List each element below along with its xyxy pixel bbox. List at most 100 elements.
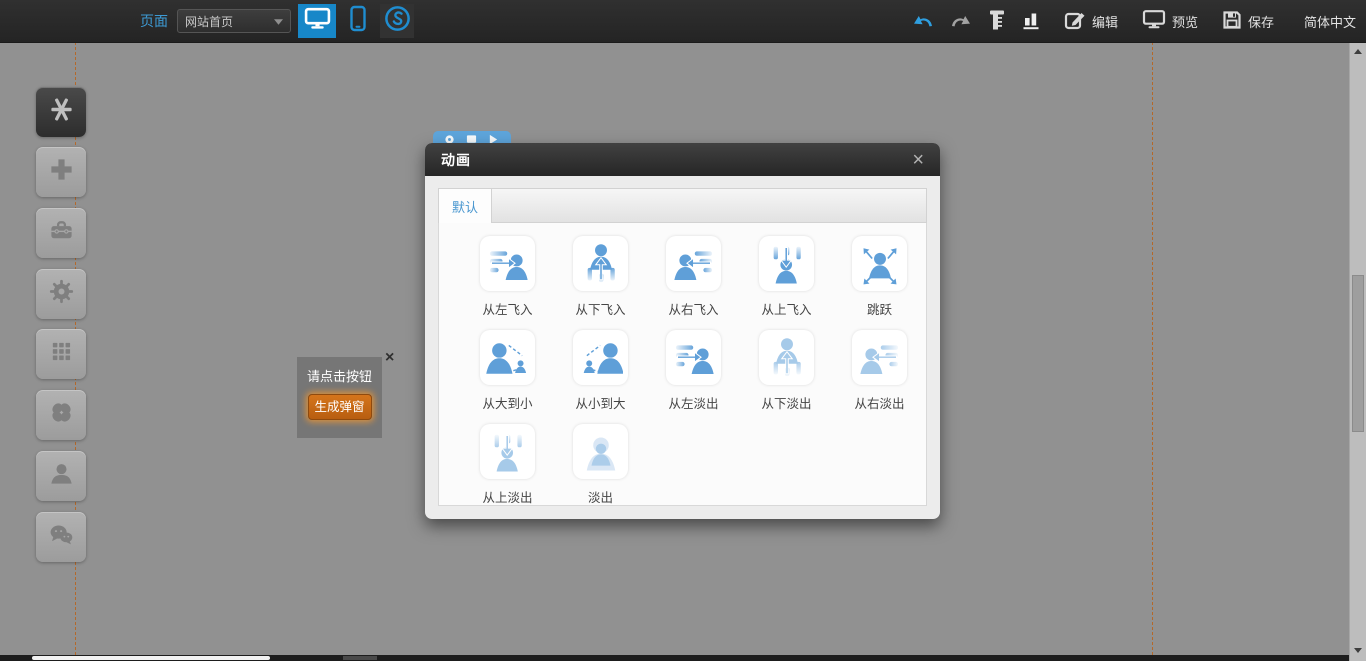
trigger-close-icon[interactable]: × (385, 350, 394, 366)
canvas-guide-right (1152, 42, 1153, 655)
redo-icon (950, 11, 972, 32)
user-icon (48, 460, 75, 492)
sidebar-item-components[interactable] (36, 87, 86, 137)
sidebar-item-user[interactable] (36, 451, 86, 501)
fly-right-icon (852, 330, 907, 385)
toolbar-right: 编辑 预览 保存 简体中文 (912, 0, 1356, 42)
animation-label: 从右淡出 (833, 393, 926, 412)
wechat-icon (48, 521, 75, 553)
link-icon (383, 4, 412, 38)
horizontal-scrollbar-segment (343, 656, 377, 660)
plus-icon (48, 156, 75, 188)
edit-button[interactable]: 编辑 (1064, 10, 1118, 33)
bar-chart-icon (1022, 9, 1040, 33)
animation-label: 淡出 (554, 487, 647, 506)
vertical-scrollbar[interactable] (1349, 42, 1366, 661)
horizontal-scrollbar[interactable] (0, 655, 1349, 661)
animation-label: 从小到大 (554, 393, 647, 412)
desktop-view-button[interactable] (298, 4, 336, 38)
modal-header[interactable]: 动画 × (425, 143, 940, 176)
modal-body: 默认 从左飞入从下飞入从右飞入从上飞入跳跃从大到小从小到大从左淡出从下淡出从右淡… (425, 176, 940, 519)
sidebar-item-settings[interactable] (36, 269, 86, 319)
redo-button[interactable] (950, 11, 972, 32)
grid-icon (48, 338, 75, 370)
sidebar-item-add[interactable] (36, 147, 86, 197)
fly-right-icon (666, 236, 721, 291)
fly-left-icon (480, 236, 535, 291)
undo-icon (912, 11, 934, 32)
scroll-up-arrow[interactable] (1350, 43, 1366, 59)
edit-label: 编辑 (1092, 12, 1118, 31)
animation-grid: 从左飞入从下飞入从右飞入从上飞入跳跃从大到小从小到大从左淡出从下淡出从右淡出从上… (438, 223, 927, 506)
fly-bottom-icon (759, 330, 814, 385)
animation-modal: 动画 × 默认 从左飞入从下飞入从右飞入从上飞入跳跃从大到小从小到大从左淡出从下… (425, 143, 940, 519)
animation-option[interactable]: 从小到大 (554, 330, 647, 412)
animation-option[interactable]: 从上淡出 (461, 424, 554, 506)
fly-bottom-icon (573, 236, 628, 291)
language-switcher[interactable]: 简体中文 (1304, 12, 1356, 31)
mobile-icon (350, 5, 366, 37)
appstore-icon (48, 96, 75, 128)
vertical-scrollbar-thumb[interactable] (1352, 275, 1364, 432)
jump-icon (852, 236, 907, 291)
chevron-down-icon (274, 14, 283, 28)
animation-option[interactable]: 从下飞入 (554, 236, 647, 318)
animation-option[interactable]: 跳跃 (833, 236, 926, 318)
animation-option[interactable]: 从左淡出 (647, 330, 740, 412)
stats-button[interactable] (1022, 9, 1040, 33)
animation-label: 从左飞入 (461, 299, 554, 318)
animation-option[interactable]: 从上飞入 (740, 236, 833, 318)
sidebar-item-apps[interactable] (36, 390, 86, 440)
animation-label: 从右飞入 (647, 299, 740, 318)
big-to-small-icon (480, 330, 535, 385)
sidebar-item-toolbox[interactable] (36, 208, 86, 258)
ruler-icon (988, 9, 1006, 34)
page-label: 页面 (140, 0, 168, 42)
animation-option[interactable]: 从大到小 (461, 330, 554, 412)
tab-0[interactable]: 默认 (439, 189, 492, 223)
animation-label: 从上飞入 (740, 299, 833, 318)
sidebar-item-wechat[interactable] (36, 512, 86, 562)
animation-label: 从下飞入 (554, 299, 647, 318)
mobile-view-button[interactable] (342, 4, 374, 38)
modal-tabbar: 默认 (438, 188, 927, 223)
small-to-big-icon (573, 330, 628, 385)
animation-option[interactable]: 从右飞入 (647, 236, 740, 318)
sidebar-item-modules[interactable] (36, 329, 86, 379)
edit-icon (1064, 10, 1086, 33)
save-floppy-icon (1222, 10, 1242, 33)
animation-label: 从上淡出 (461, 487, 554, 506)
preview-label: 预览 (1172, 12, 1198, 31)
toolbox-icon (48, 217, 75, 249)
modal-title: 动画 (441, 150, 471, 170)
animation-label: 从大到小 (461, 393, 554, 412)
fly-top-icon (480, 424, 535, 479)
ruler-button[interactable] (988, 9, 1006, 34)
fly-top-icon (759, 236, 814, 291)
animation-option[interactable]: 淡出 (554, 424, 647, 506)
animation-option[interactable]: 从下淡出 (740, 330, 833, 412)
animation-option[interactable]: 从左飞入 (461, 236, 554, 318)
horizontal-scrollbar-thumb[interactable] (32, 656, 270, 660)
modal-close-icon[interactable]: × (912, 150, 924, 170)
generate-popup-button[interactable]: 生成弹窗 (308, 394, 372, 420)
save-button[interactable]: 保存 (1222, 10, 1274, 33)
scroll-down-arrow[interactable] (1350, 642, 1366, 658)
editor-window: 页面 网站首页 编辑 预览 (0, 0, 1366, 661)
animation-label: 从左淡出 (647, 393, 740, 412)
gear-icon (48, 278, 75, 310)
popup-trigger-widget: 请点击按钮 生成弹窗 × (297, 357, 382, 438)
preview-monitor-icon (1142, 9, 1166, 33)
top-toolbar: 页面 网站首页 编辑 预览 (0, 0, 1366, 43)
trigger-text: 请点击按钮 (297, 357, 382, 385)
link-button[interactable] (380, 4, 414, 38)
undo-button[interactable] (912, 11, 934, 32)
page-dropdown[interactable]: 网站首页 (177, 9, 291, 33)
preview-button[interactable]: 预览 (1142, 9, 1198, 33)
save-label: 保存 (1248, 12, 1274, 31)
fly-left-icon (666, 330, 721, 385)
fade-icon (573, 424, 628, 479)
animation-option[interactable]: 从右淡出 (833, 330, 926, 412)
animation-label: 从下淡出 (740, 393, 833, 412)
animation-label: 跳跃 (833, 299, 926, 318)
